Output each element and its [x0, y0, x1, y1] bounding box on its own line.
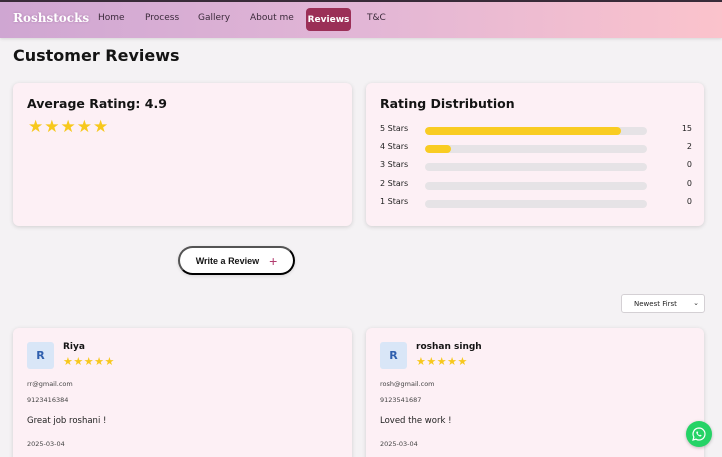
reviewer-email: rr@gmail.com: [27, 380, 73, 388]
distribution-label: 4 Stars: [380, 142, 409, 151]
distribution-bar-track: [425, 127, 647, 135]
rating-distribution-card: Rating Distribution 5 Stars 15 4 Stars 2…: [366, 83, 704, 226]
plus-icon: +: [269, 252, 278, 269]
nav-item-process[interactable]: Process: [145, 13, 179, 23]
distribution-count: 0: [686, 179, 692, 188]
review-date: 2025-03-04: [27, 440, 65, 448]
reviewer-phone: 9123541687: [380, 396, 422, 404]
chevron-down-icon: ⌄: [693, 299, 699, 307]
distribution-count: 2: [686, 142, 692, 151]
average-stars-icon: ★★★★★: [28, 117, 110, 137]
distribution-count: 0: [686, 197, 692, 206]
rating-distribution-title: Rating Distribution: [380, 96, 515, 111]
nav-item-gallery[interactable]: Gallery: [198, 13, 230, 23]
nav-item-home[interactable]: Home: [98, 13, 125, 23]
distribution-row-1: 1 Stars 0: [380, 197, 692, 209]
whatsapp-glyph-icon: [692, 427, 706, 441]
review-stars-icon: ★★★★★: [63, 355, 115, 368]
review-card: R roshan singh ★★★★★ rosh@gmail.com 9123…: [366, 328, 704, 457]
distribution-count: 15: [681, 124, 692, 133]
navbar: Roshstocks Home Process Gallery About me…: [0, 2, 722, 38]
sort-selected-value: Newest First: [634, 299, 677, 308]
write-review-label: Write a Review: [195, 255, 260, 266]
distribution-bar-track: [425, 163, 647, 171]
reviewer-email: rosh@gmail.com: [380, 380, 435, 388]
distribution-row-2: 2 Stars 0: [380, 179, 692, 191]
distribution-bar-track: [425, 145, 647, 153]
review-text: Great job roshani !: [27, 416, 107, 426]
nav-item-reviews[interactable]: Reviews: [306, 8, 351, 31]
distribution-bar-fill: [425, 127, 621, 135]
distribution-label: 2 Stars: [380, 179, 409, 188]
sort-select[interactable]: Newest First ⌄: [621, 294, 705, 313]
average-rating-title: Average Rating: 4.9: [27, 96, 167, 111]
page-title: Customer Reviews: [13, 46, 180, 65]
distribution-bar-fill: [425, 145, 452, 153]
reviewer-name: Riya: [63, 342, 85, 352]
distribution-bar-track: [425, 182, 647, 190]
reviewer-phone: 9123416384: [27, 396, 69, 404]
reviewer-name: roshan singh: [416, 342, 482, 352]
avatar: R: [380, 342, 407, 369]
write-review-button[interactable]: Write a Review +: [178, 246, 295, 275]
distribution-row-3: 3 Stars 0: [380, 160, 692, 172]
whatsapp-icon[interactable]: [686, 421, 712, 447]
distribution-row-5: 5 Stars 15: [380, 124, 692, 136]
review-date: 2025-03-04: [380, 440, 418, 448]
nav-item-about-me[interactable]: About me: [250, 13, 294, 23]
distribution-bar-track: [425, 200, 647, 208]
distribution-row-4: 4 Stars 2: [380, 142, 692, 154]
brand-logo[interactable]: Roshstocks: [13, 11, 89, 25]
review-stars-icon: ★★★★★: [416, 355, 468, 368]
review-card: R Riya ★★★★★ rr@gmail.com 9123416384 Gre…: [13, 328, 352, 457]
nav-item-terms[interactable]: T&C: [367, 13, 386, 23]
distribution-label: 5 Stars: [380, 124, 409, 133]
review-text: Loved the work !: [380, 416, 452, 426]
distribution-label: 1 Stars: [380, 197, 409, 206]
average-rating-card: Average Rating: 4.9 ★★★★★: [13, 83, 352, 226]
avatar: R: [27, 342, 54, 369]
distribution-count: 0: [686, 160, 692, 169]
distribution-label: 3 Stars: [380, 160, 409, 169]
